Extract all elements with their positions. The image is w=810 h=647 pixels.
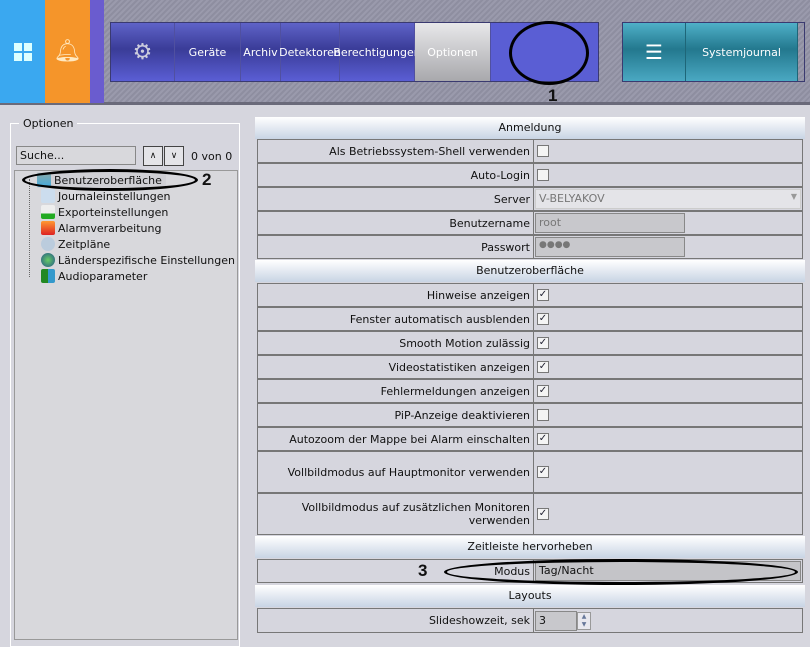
top-toolbar: 🔔︎ ⚙ Geräte Archiv Detektoren Berechtigu…: [0, 0, 810, 105]
option-checkbox[interactable]: ✓: [537, 385, 549, 397]
option-checkbox[interactable]: [537, 409, 549, 421]
tree-item-alarm[interactable]: Alarmverarbeitung: [41, 220, 161, 236]
option-checkbox[interactable]: ✓: [537, 508, 549, 520]
autologin-checkbox[interactable]: [537, 169, 549, 181]
row-autologin: Auto-Login: [257, 163, 803, 187]
server-select[interactable]: V-BELYAKOV ▼: [535, 189, 801, 209]
spinner-arrows-icon[interactable]: ▲ ▼: [577, 611, 591, 630]
row-ui-option: Hinweise anzeigen ✓: [257, 283, 803, 307]
bell-icon: 🔔︎: [53, 39, 82, 64]
option-checkbox[interactable]: ✓: [537, 466, 549, 478]
search-count: 0 von 0: [191, 150, 233, 163]
journal-settings-icon: [41, 189, 55, 203]
row-ui-option: Vollbildmodus auf zusätzlichen Monitoren…: [257, 493, 803, 535]
row-ui-option: Smooth Motion zulässig ✓: [257, 331, 803, 355]
option-label: PiP-Anzeige deaktivieren: [258, 404, 534, 426]
journal-icon[interactable]: ☰: [623, 23, 686, 81]
globe-icon: [41, 253, 55, 267]
password-input[interactable]: ●●●●: [535, 237, 685, 257]
option-label: Smooth Motion zulässig: [258, 332, 534, 354]
option-label: Vollbildmodus auf zusätzlichen Monitoren…: [258, 494, 534, 534]
gears-icon[interactable]: ⚙: [111, 23, 175, 81]
row-slideshow: Slideshowzeit, sek 3 ▲ ▼: [257, 608, 803, 633]
row-ui-option: Fehlermeldungen anzeigen ✓: [257, 379, 803, 403]
option-checkbox[interactable]: ✓: [537, 289, 549, 301]
alarm-tile[interactable]: 🔔︎: [45, 0, 90, 103]
tab-berechtigungen[interactable]: Berechtigungen: [333, 23, 421, 81]
option-checkbox[interactable]: ✓: [537, 361, 549, 373]
option-label: Autozoom der Mappe bei Alarm einschalten: [258, 428, 534, 450]
section-layouts: Layouts: [255, 585, 805, 607]
windows-icon: [13, 42, 32, 61]
windows-tile[interactable]: [0, 0, 45, 103]
option-label: Fenster automatisch ausblenden: [258, 308, 534, 330]
section-zeitleiste: Zeitleiste hervorheben: [255, 536, 805, 558]
row-ui-option: Fenster automatisch ausblenden ✓: [257, 307, 803, 331]
tree-item-laender[interactable]: Länderspezifische Einstellungen: [41, 252, 235, 268]
row-shell: Als Betriebssystem-Shell verwenden: [257, 139, 803, 163]
row-password: Passwort ●●●●: [257, 235, 803, 259]
option-label: Videostatistiken anzeigen: [258, 356, 534, 378]
tree-item-zeitplaene[interactable]: Zeitpläne: [41, 236, 110, 252]
tree-item-export[interactable]: Exporteinstellungen: [41, 204, 168, 220]
row-username: Benutzername root: [257, 211, 803, 235]
row-ui-option: Autozoom der Mappe bei Alarm einschalten…: [257, 427, 803, 451]
option-checkbox[interactable]: ✓: [537, 337, 549, 349]
option-label: Vollbildmodus auf Hauptmonitor verwenden: [258, 452, 534, 492]
alarm-icon: [41, 221, 55, 235]
search-input[interactable]: Suche...: [16, 146, 136, 165]
dropdown-arrow-icon: ▼: [790, 192, 797, 201]
row-ui-option: Vollbildmodus auf Hauptmonitor verwenden…: [257, 451, 803, 493]
tab-archiv[interactable]: Archiv: [241, 23, 281, 81]
username-input[interactable]: root: [535, 213, 685, 233]
row-ui-option: PiP-Anzeige deaktivieren: [257, 403, 803, 427]
tree-item-audio[interactable]: Audioparameter: [41, 268, 147, 284]
search-next-button[interactable]: ∨: [164, 146, 184, 166]
slideshow-input[interactable]: 3: [535, 610, 577, 631]
row-server: Server V-BELYAKOV ▼: [257, 187, 803, 211]
tab-detektoren[interactable]: Detektoren: [279, 23, 341, 81]
clock-icon: [41, 237, 55, 251]
shell-checkbox[interactable]: [537, 145, 549, 157]
export-icon: [41, 205, 55, 219]
section-anmeldung: Anmeldung: [255, 117, 805, 139]
annotation-2: 2: [202, 170, 212, 189]
annotation-ellipse-2: [22, 169, 198, 191]
option-checkbox[interactable]: ✓: [537, 433, 549, 445]
annotation-1: 1: [548, 86, 558, 105]
tab-systemjournal[interactable]: Systemjournal: [686, 23, 798, 81]
option-label: Hinweise anzeigen: [258, 284, 534, 306]
row-ui-option: Videostatistiken anzeigen ✓: [257, 355, 803, 379]
tab-optionen[interactable]: Optionen: [415, 23, 491, 81]
annotation-ellipse-1: [509, 21, 589, 85]
search-prev-button[interactable]: ∧: [143, 146, 163, 166]
audio-icon: [41, 269, 55, 283]
annotation-ellipse-3: [444, 559, 798, 585]
tab-geraete[interactable]: Geräte: [175, 23, 241, 81]
options-tree: Benutzeroberfläche Journaleinstellungen …: [14, 170, 238, 640]
options-legend: Optionen: [23, 117, 74, 130]
side-tile[interactable]: [90, 0, 104, 103]
annotation-3: 3: [418, 561, 428, 580]
journal-nav-group: ☰ Systemjournal: [622, 22, 805, 82]
option-checkbox[interactable]: ✓: [537, 313, 549, 325]
section-benutzeroberflaeche: Benutzeroberfläche: [255, 260, 805, 282]
option-label: Fehlermeldungen anzeigen: [258, 380, 534, 402]
